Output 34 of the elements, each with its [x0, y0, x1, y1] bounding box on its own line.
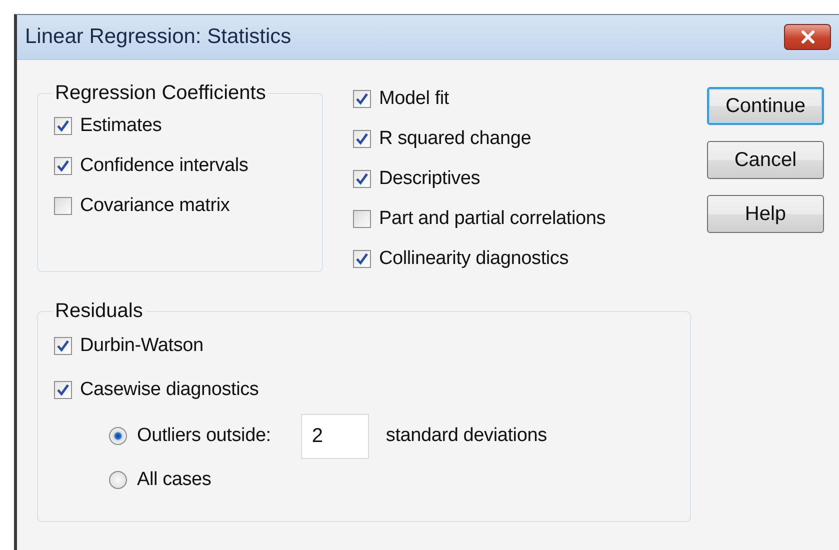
checkbox-label[interactable]: Model fit	[379, 88, 450, 110]
radio-label[interactable]: Outliers outside:	[137, 425, 271, 447]
checkbox[interactable]	[353, 210, 371, 228]
group-label: Regression Coefficients	[54, 82, 267, 105]
dialog-button[interactable]: Cancel	[707, 141, 824, 179]
checkbox-label[interactable]: Collinearity diagnostics	[379, 248, 569, 270]
close-icon	[800, 30, 816, 44]
unit-label: standard deviations	[386, 425, 547, 447]
group-label: Residuals	[54, 300, 144, 323]
checkbox-label[interactable]: Estimates	[80, 115, 162, 137]
radio-button[interactable]	[109, 471, 127, 489]
checkbox[interactable]	[54, 117, 72, 135]
checkbox-label[interactable]: Part and partial correlations	[379, 208, 606, 230]
number-field[interactable]: 2	[300, 414, 369, 458]
close-button[interactable]	[784, 24, 831, 50]
radio-button[interactable]	[109, 427, 127, 445]
dialog-button[interactable]: Help	[707, 195, 824, 233]
checkbox-label[interactable]: Covariance matrix	[80, 195, 230, 217]
checkbox[interactable]	[353, 90, 371, 108]
checkbox-label[interactable]: Durbin-Watson	[80, 335, 204, 357]
checkbox[interactable]	[353, 170, 371, 188]
checkbox[interactable]	[353, 130, 371, 148]
checkbox[interactable]	[54, 197, 72, 215]
checkbox-label[interactable]: Confidence intervals	[80, 155, 248, 177]
radio-label[interactable]: All cases	[137, 469, 212, 491]
checkbox[interactable]	[54, 337, 72, 355]
checkbox[interactable]	[54, 157, 72, 175]
checkbox[interactable]	[353, 250, 371, 268]
checkbox[interactable]	[54, 381, 72, 399]
checkbox-label[interactable]: Casewise diagnostics	[80, 379, 259, 401]
checkbox-label[interactable]: Descriptives	[379, 168, 480, 190]
window-title: Linear Regression: Statistics	[25, 25, 292, 49]
checkbox-label[interactable]: R squared change	[379, 128, 532, 150]
dialog-button[interactable]: Continue	[707, 87, 824, 125]
